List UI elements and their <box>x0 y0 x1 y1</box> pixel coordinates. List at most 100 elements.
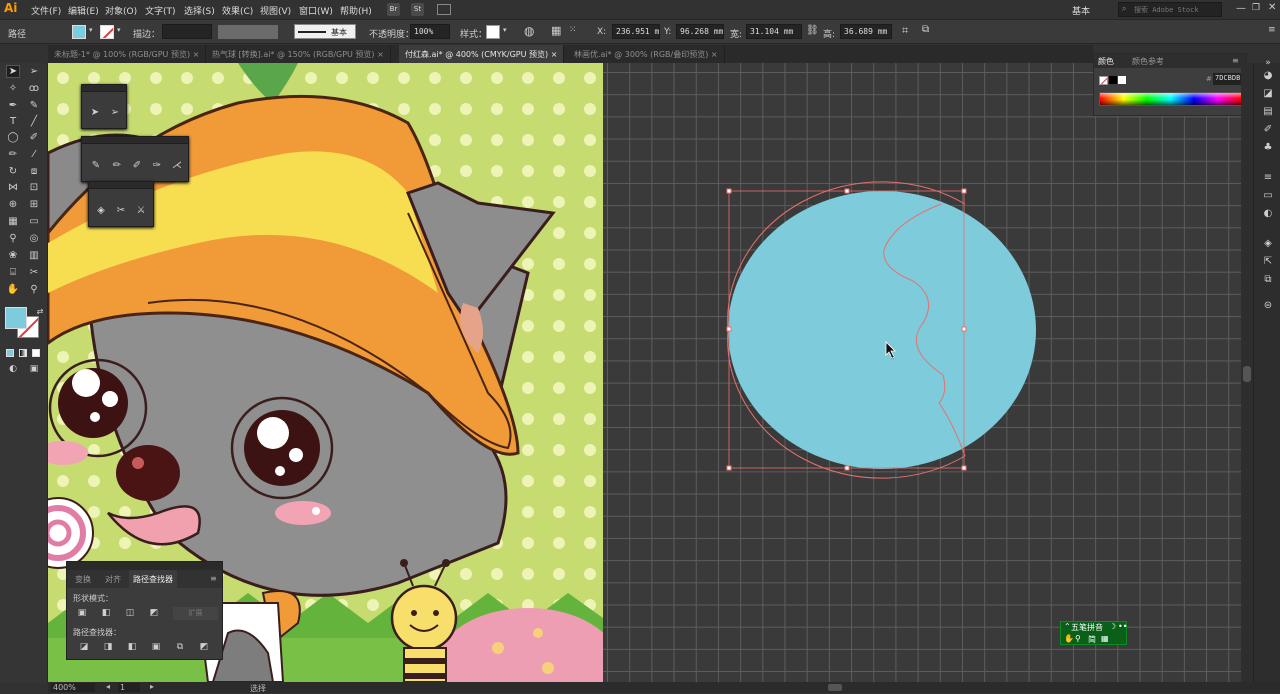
stroke-panel-icon[interactable]: ≡ <box>1261 171 1275 184</box>
swatches-icon[interactable]: ▤ <box>1261 105 1275 118</box>
export-icon[interactable]: ⇱ <box>1261 255 1275 268</box>
chevron-down-icon[interactable]: ▾ <box>117 26 121 34</box>
shaper-tool-icon[interactable]: ✎ <box>89 159 103 172</box>
zoom-tool-icon[interactable]: ⚲ <box>27 283 41 296</box>
ime-moon-icon[interactable]: ☽ <box>1109 622 1116 631</box>
arrange-documents-icon[interactable] <box>437 4 451 15</box>
reference-point-icon[interactable]: ⁙ <box>569 25 577 35</box>
ime-search-icon[interactable]: ⚲ <box>1075 634 1081 643</box>
status-mode[interactable]: 选择 <box>250 683 266 694</box>
exclude-icon[interactable]: ◩ <box>147 607 161 620</box>
brushes-icon[interactable]: ✐ <box>1261 123 1275 136</box>
recolor-artwork-icon[interactable]: ◍ <box>524 24 534 38</box>
opacity-input[interactable]: 100% <box>410 24 450 39</box>
panel-menu-icon[interactable]: ≡ <box>1268 25 1276 35</box>
fill-color-box[interactable] <box>5 307 27 329</box>
tab-pathfinder[interactable]: 路径查找器 <box>129 570 177 588</box>
menu-effect[interactable]: 效果(C) <box>222 4 253 17</box>
menu-window[interactable]: 窗口(W) <box>299 4 333 17</box>
stroke-swatch[interactable] <box>100 25 114 39</box>
tab-active-document[interactable]: 付红森.ai* @ 400% (CMYK/GPU 预览) × <box>399 45 565 63</box>
layers-icon[interactable]: ◈ <box>1261 237 1275 250</box>
vertical-scrollbar[interactable] <box>1241 63 1253 682</box>
color-guide-icon[interactable]: ◪ <box>1261 87 1275 100</box>
document-canvas[interactable]: ⁙ <box>603 63 1253 682</box>
tab-transform[interactable]: 变换 <box>75 574 91 585</box>
black-swatch[interactable] <box>1109 76 1117 84</box>
color-spectrum[interactable] <box>1099 92 1242 106</box>
close-icon[interactable]: × <box>193 50 200 59</box>
path-eraser-tool-icon[interactable]: ✑ <box>150 159 164 172</box>
stock-search-input[interactable]: ⌕ 搜索 Adobe Stock <box>1118 2 1222 17</box>
close-window-icon[interactable]: ✕ <box>1268 2 1276 13</box>
tab-color[interactable]: 颜色 <box>1098 56 1114 67</box>
close-icon[interactable]: × <box>551 50 558 59</box>
gradient-panel-icon[interactable]: ▭ <box>1261 189 1275 202</box>
smooth-tool-icon[interactable]: ✐ <box>130 159 144 172</box>
artboards-icon[interactable]: ⧉ <box>1261 273 1275 286</box>
panel-menu-icon[interactable]: ≡ <box>210 574 217 583</box>
y-input[interactable]: 96.268 mm <box>676 24 724 39</box>
menu-select[interactable]: 选择(S) <box>184 4 215 17</box>
menu-view[interactable]: 视图(V) <box>260 4 291 17</box>
white-swatch[interactable] <box>1118 76 1126 84</box>
chevron-down-icon[interactable]: ▾ <box>89 26 93 34</box>
shape-builder-tool-icon[interactable]: ⊕ <box>6 198 20 211</box>
pencil-tool-icon[interactable]: ✏ <box>110 159 124 172</box>
color-mode-icon[interactable] <box>6 349 14 357</box>
selection-tool-icon[interactable]: ➤ <box>88 106 102 119</box>
knife-tool-icon[interactable]: ⚔ <box>134 204 148 217</box>
stock-button[interactable]: St <box>411 3 424 16</box>
tab-hot-air-balloon[interactable]: 热气球 [转换].ai* @ 150% (RGB/GPU 预览) × <box>206 45 391 63</box>
menu-object[interactable]: 对象(O) <box>105 4 137 17</box>
paintbrush-tool-icon[interactable]: ✐ <box>27 131 41 144</box>
panel-header[interactable] <box>67 562 222 570</box>
ime-punctuation-icon[interactable]: •• <box>1118 622 1127 631</box>
trim-icon[interactable]: ◨ <box>101 641 115 654</box>
fill-swatch[interactable] <box>72 25 86 39</box>
symbol-sprayer-tool-icon[interactable]: ❀ <box>6 249 20 262</box>
intersect-icon[interactable]: ◫ <box>123 607 137 620</box>
width-input[interactable]: 31.104 mm <box>746 24 802 39</box>
color-panel-icon[interactable]: ◕ <box>1261 69 1275 82</box>
width-tool-icon[interactable]: ⋈ <box>6 181 20 194</box>
mesh-tool-icon[interactable]: ▦ <box>6 215 20 228</box>
screen-mode-icon[interactable]: ▣ <box>27 363 41 376</box>
gradient-mode-icon[interactable] <box>19 349 27 357</box>
menu-type[interactable]: 文字(T) <box>145 4 176 17</box>
lasso-tool-icon[interactable]: ꝏ <box>27 82 41 95</box>
shaper-tool-icon[interactable]: ✏ <box>6 148 20 161</box>
menu-edit[interactable]: 编辑(E) <box>68 4 99 17</box>
transparency-icon[interactable]: ◐ <box>1261 207 1275 220</box>
type-tool-icon[interactable]: T <box>6 115 20 128</box>
scrollbar-thumb[interactable] <box>1243 366 1251 382</box>
brush-definition-select[interactable]: 基本 <box>294 24 356 39</box>
join-tool-icon[interactable]: ⋌ <box>170 159 184 172</box>
scissors-tool-icon[interactable]: ✂ <box>114 204 128 217</box>
flyout-header[interactable] <box>89 182 153 189</box>
line-tool-icon[interactable]: ╱ <box>27 115 41 128</box>
next-artboard-icon[interactable]: ▸ <box>150 682 154 691</box>
align-icon[interactable]: ▦ <box>551 24 561 37</box>
tab-align[interactable]: 对齐 <box>105 574 121 585</box>
tab-untitled-1[interactable]: 未标题-1* @ 100% (RGB/GPU 预览) × <box>48 45 207 63</box>
artboard-tool-icon[interactable]: ⌸ <box>6 266 20 279</box>
crop-icon[interactable]: ▣ <box>149 641 163 654</box>
unite-icon[interactable]: ▣ <box>75 607 89 620</box>
opacity-label[interactable]: 不透明度： <box>369 27 414 40</box>
direct-selection-tool-icon[interactable]: ➢ <box>27 65 41 78</box>
column-graph-tool-icon[interactable]: ▥ <box>27 249 41 262</box>
libraries-icon[interactable]: ⊜ <box>1261 299 1275 312</box>
hex-input[interactable]: 7DCBDB <box>1213 73 1243 85</box>
chevron-down-icon[interactable]: ▾ <box>503 26 507 34</box>
variable-width-profile[interactable] <box>218 25 278 39</box>
restore-icon[interactable]: ❐ <box>1252 3 1260 13</box>
ime-hand-icon[interactable]: ✋ <box>1064 634 1074 643</box>
menu-file[interactable]: 文件(F) <box>31 4 61 17</box>
rotate-tool-icon[interactable]: ↻ <box>6 165 20 178</box>
blend-tool-icon[interactable]: ◎ <box>27 232 41 245</box>
ime-logo-icon[interactable]: ⌃ <box>1064 622 1071 631</box>
gradient-tool-icon[interactable]: ▭ <box>27 215 41 228</box>
ellipse-tool-icon[interactable]: ◯ <box>6 131 20 144</box>
perspective-grid-tool-icon[interactable]: ⊞ <box>27 198 41 211</box>
